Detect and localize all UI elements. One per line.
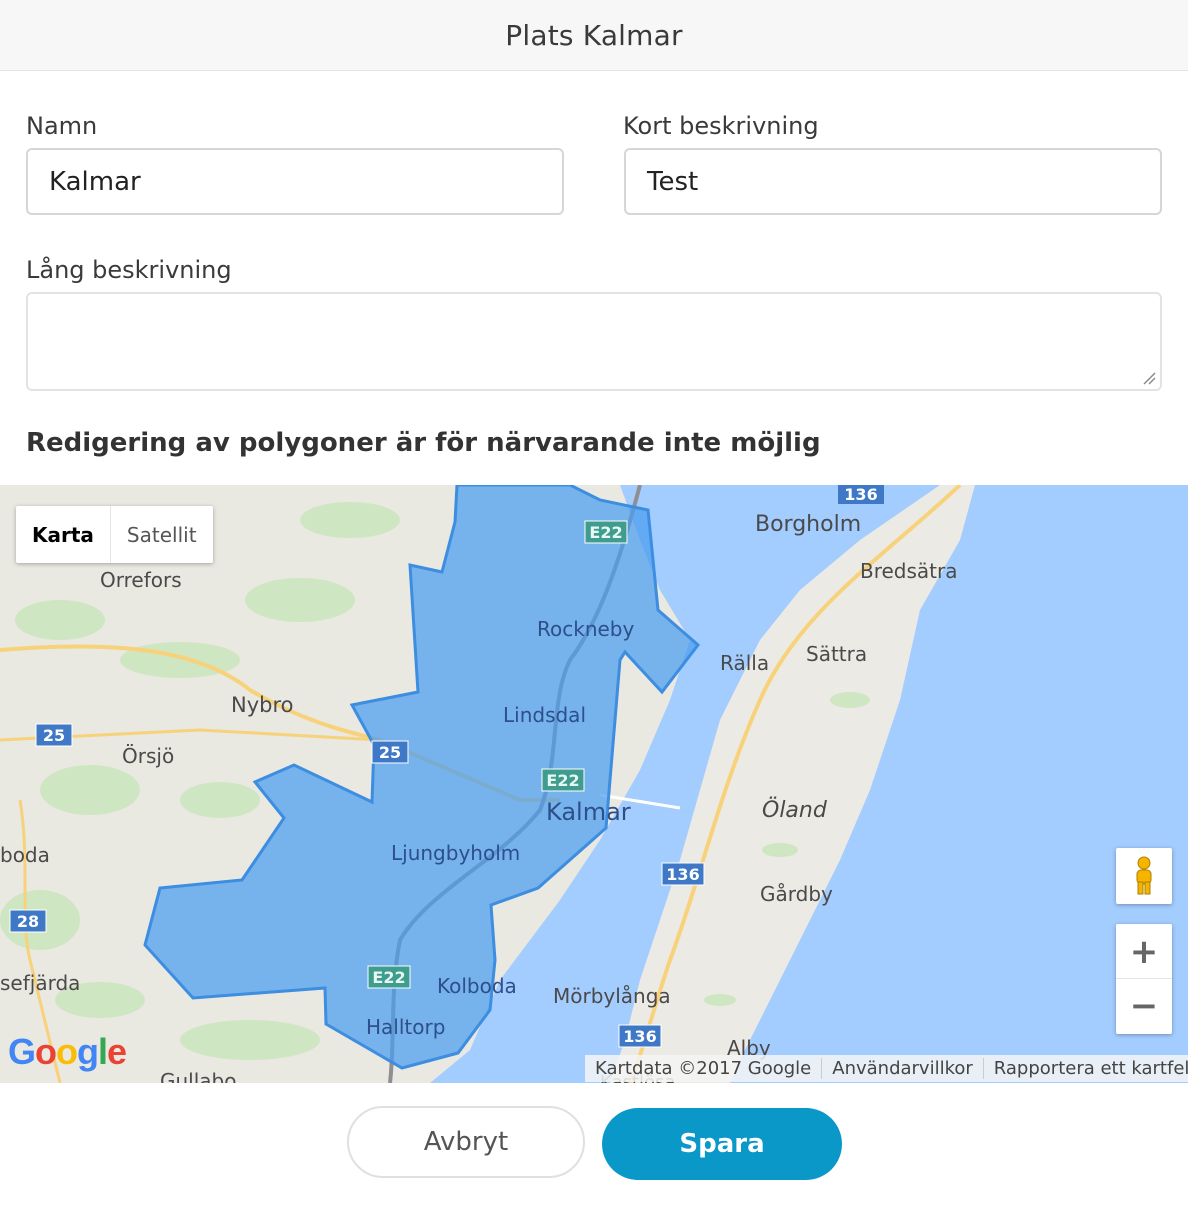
short-description-input[interactable]: Test xyxy=(624,148,1162,215)
place-ralla: Rälla xyxy=(720,651,769,675)
long-description-textarea[interactable] xyxy=(26,292,1162,391)
place-oland: Öland xyxy=(762,797,828,823)
zoom-in-button[interactable]: + xyxy=(1116,925,1172,979)
road-shield-28-label: 28 xyxy=(17,912,39,931)
dialog-title: Plats Kalmar xyxy=(505,18,683,52)
road-shield-136-low-label: 136 xyxy=(623,1027,656,1046)
place-orrefors: Orrefors xyxy=(100,568,182,592)
place-sattra: Sättra xyxy=(806,642,867,666)
name-input[interactable]: Kalmar xyxy=(26,148,564,215)
map-attribution-bar: Kartdata ©2017 Google Användarvillkor Ra… xyxy=(585,1055,1188,1082)
road-shield-25-mid-label: 25 xyxy=(379,743,401,762)
map-type-control: Karta Satellit xyxy=(16,506,213,563)
place-gardby: Gårdby xyxy=(760,882,833,906)
map-type-satellit-button[interactable]: Satellit xyxy=(111,506,213,563)
place-orsjo: Örsjö xyxy=(122,744,174,768)
road-shield-e22-mid-label: E22 xyxy=(546,771,579,790)
report-map-error-link[interactable]: Rapportera ett kartfel xyxy=(982,1058,1188,1079)
google-logo: Google xyxy=(8,1031,127,1072)
map-type-karta-button[interactable]: Karta xyxy=(16,506,111,563)
map-data-attribution: Kartdata ©2017 Google xyxy=(595,1058,812,1079)
road-shield-e22-top-label: E22 xyxy=(589,523,622,542)
road-shield-136-top-label: 136 xyxy=(844,485,877,504)
road-shield-25-left-label: 25 xyxy=(43,726,65,745)
cancel-button[interactable]: Avbryt xyxy=(347,1106,585,1178)
save-button[interactable]: Spara xyxy=(602,1108,842,1180)
short-description-label: Kort beskrivning xyxy=(623,112,819,140)
map-view[interactable]: 136 E22 25 25 E22 28 136 E22 136 Orrefor… xyxy=(0,485,1188,1083)
map-canvas[interactable]: 136 E22 25 25 E22 28 136 E22 136 Orrefor… xyxy=(0,485,1188,1083)
place-kolboda: Kolboda xyxy=(437,974,517,998)
place-bredsatra: Bredsätra xyxy=(860,559,958,583)
place-rockneby: Rockneby xyxy=(537,617,634,641)
resize-grip-icon[interactable] xyxy=(1142,371,1156,385)
long-description-label: Lång beskrivning xyxy=(26,256,232,284)
road-shield-e22-low-label: E22 xyxy=(372,968,405,987)
place-nybro: Nybro xyxy=(231,693,294,717)
place-borgholm: Borgholm xyxy=(755,512,861,537)
place-boda: boda xyxy=(0,843,50,867)
zoom-out-button[interactable]: − xyxy=(1116,979,1172,1033)
place-gullabo: Gullabo xyxy=(160,1069,236,1083)
street-view-pegman-button[interactable] xyxy=(1116,848,1172,904)
dialog-header: Plats Kalmar xyxy=(0,0,1188,71)
polygon-editing-notice: Redigering av polygoner är för närvarand… xyxy=(26,428,821,458)
place-kalmar: Kalmar xyxy=(546,798,631,826)
place-ljungbyholm: Ljungbyholm xyxy=(391,841,520,865)
place-sefjarda: sefjärda xyxy=(0,971,80,995)
pegman-icon xyxy=(1136,856,1152,895)
place-halltorp: Halltorp xyxy=(366,1015,445,1039)
name-label: Namn xyxy=(26,112,98,140)
place-lindsdal: Lindsdal xyxy=(503,703,586,727)
zoom-control: + − xyxy=(1116,924,1172,1034)
terms-link[interactable]: Användarvillkor xyxy=(821,1058,983,1079)
road-shield-136-mid-label: 136 xyxy=(666,865,699,884)
place-morbylanga: Mörbylånga xyxy=(553,984,671,1008)
